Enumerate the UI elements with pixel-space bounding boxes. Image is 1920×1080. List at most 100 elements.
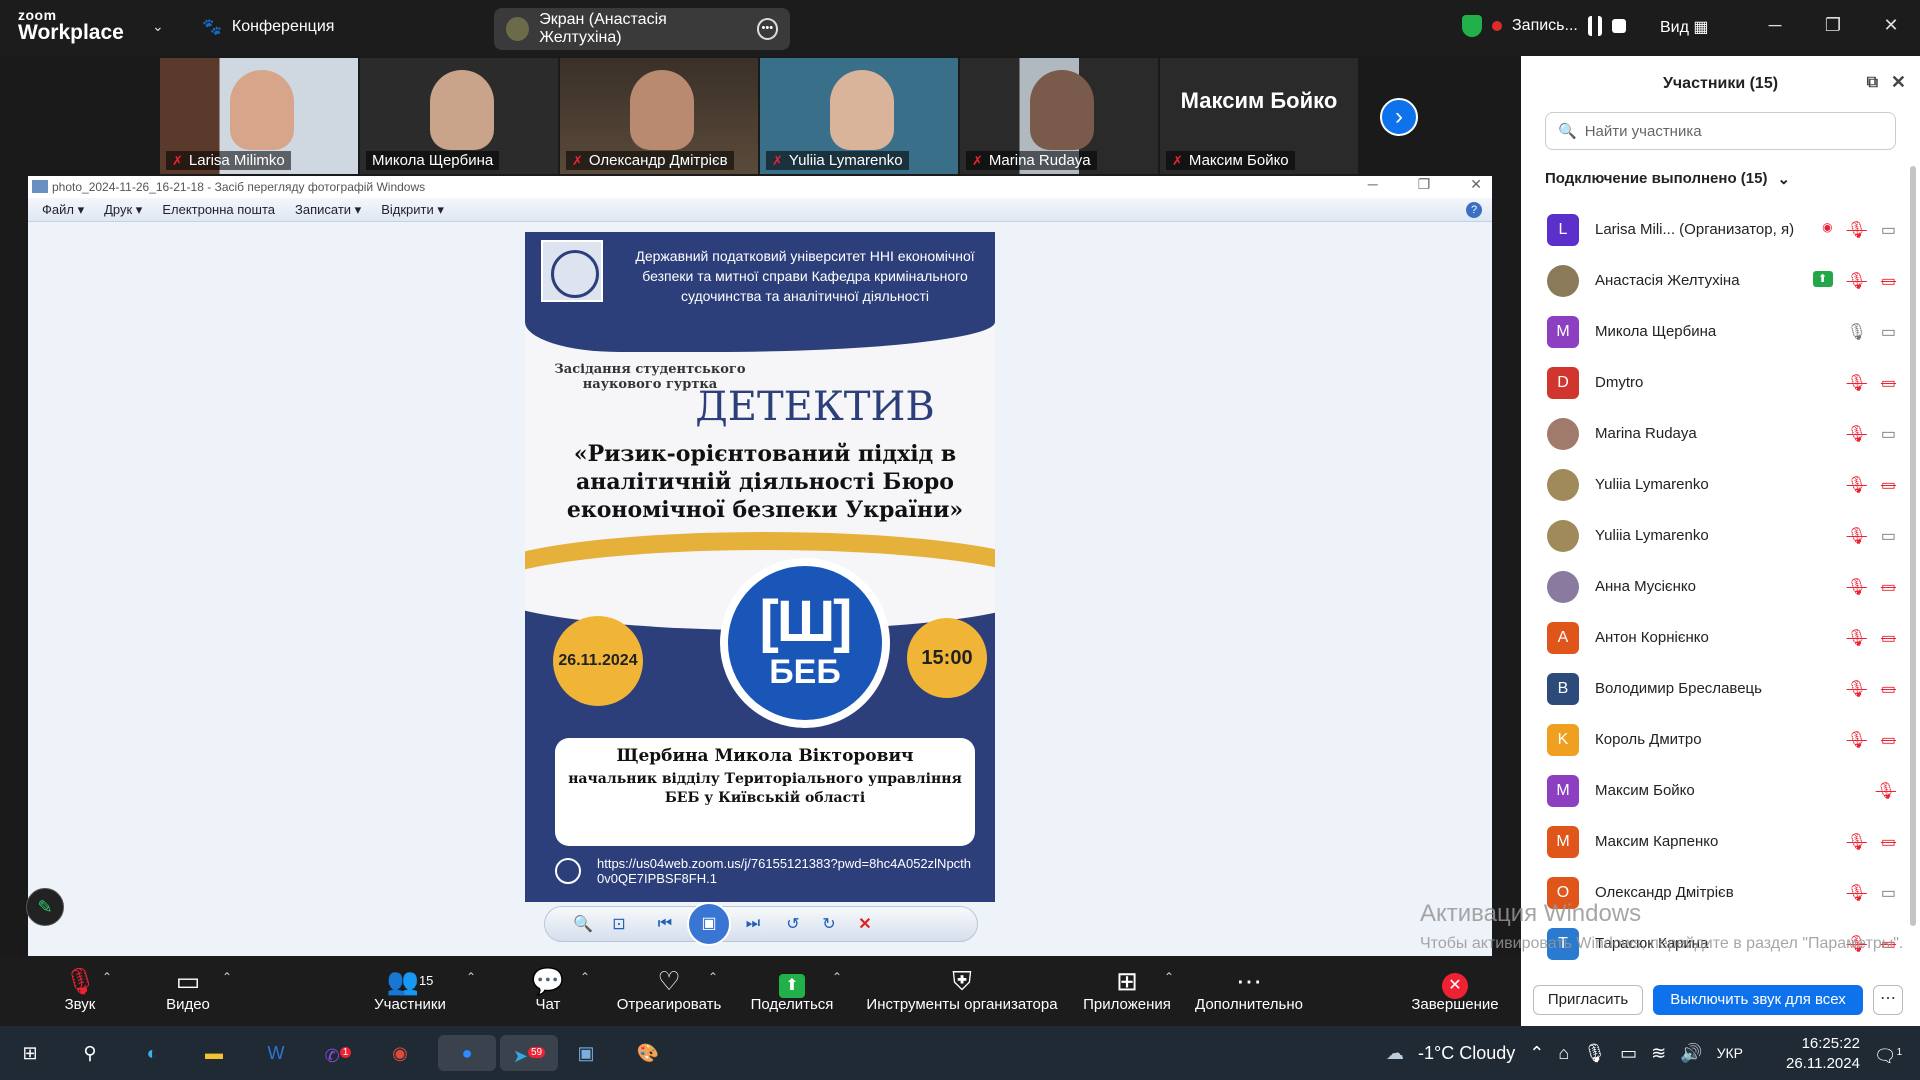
participant-row[interactable]: M Микола Щербина 🎙 ▭ xyxy=(1521,306,1920,357)
audio-button[interactable]: 🎙 Звук ⌃ xyxy=(44,966,116,1013)
stop-recording-button[interactable] xyxy=(1611,19,1626,33)
conference-menu[interactable]: 🐾 Конференция xyxy=(202,17,334,37)
video-tile[interactable]: Максим Бойко ✗ Максим Бойко xyxy=(1160,58,1358,174)
host-tools-button[interactable]: ⛨ Инструменты организатора xyxy=(862,966,1062,1013)
participant-row[interactable]: M Максим Карпенко 🎙 ▭ xyxy=(1521,816,1920,867)
participant-row[interactable]: Marina Rudaya 🎙 ▭ xyxy=(1521,408,1920,459)
close-button[interactable]: ✕ xyxy=(1862,0,1920,50)
menu-email[interactable]: Електронна пошта xyxy=(162,202,275,217)
react-button[interactable]: ♡ Отреагировать ⌃ xyxy=(614,966,724,1013)
telegram-icon[interactable]: ➤ 59 xyxy=(500,1035,558,1071)
menu-file[interactable]: Файл ▾ xyxy=(42,202,84,218)
participant-row[interactable]: A Антон Корнієнко 🎙 ▭ xyxy=(1521,612,1920,663)
chrome-icon[interactable]: ◉ xyxy=(382,1035,418,1071)
participant-search-input[interactable]: 🔍 Найти участника xyxy=(1545,112,1896,150)
scrollbar[interactable] xyxy=(1910,166,1916,926)
search-icon[interactable]: ⚲ xyxy=(72,1035,108,1071)
annotate-pen-icon[interactable]: ✎ xyxy=(26,888,64,926)
participant-row[interactable]: K Король Дмитро 🎙 ▭ xyxy=(1521,714,1920,765)
video-tile[interactable]: ✗ Marina Rudaya xyxy=(960,58,1158,174)
participant-row[interactable]: B Володимир Бреславець 🎙 ▭ xyxy=(1521,663,1920,714)
close-icon[interactable]: ✕ xyxy=(1891,72,1906,93)
participants-button[interactable]: 👥15 Участники ⌃ xyxy=(370,966,476,1013)
apps-caret-icon[interactable]: ⌃ xyxy=(1164,970,1174,984)
share-caret-icon[interactable]: ⌃ xyxy=(832,970,842,984)
minimize-button[interactable]: ─ xyxy=(1746,0,1804,50)
edge-icon[interactable]: ◐ xyxy=(134,1035,170,1071)
more-options-button[interactable]: ⋯ xyxy=(1873,985,1903,1015)
viber-icon[interactable]: ✆ 1 xyxy=(320,1035,356,1071)
zoom-icon[interactable]: 🔍 xyxy=(565,914,601,934)
participant-group-header[interactable]: Подключение выполнено (15) ⌄ xyxy=(1545,170,1920,188)
participant-row[interactable]: L Larisa Mili... (Организатор, я) ◉ 🎙 ▭ xyxy=(1521,204,1920,255)
next-button[interactable]: ⏭ xyxy=(735,915,771,933)
photo-viewer-icon[interactable]: ▣ xyxy=(568,1035,604,1071)
video-tile[interactable]: ✗ Олександр Дмітрієв xyxy=(560,58,758,174)
menu-print[interactable]: Друк ▾ xyxy=(104,202,142,218)
clock[interactable]: 16:25:22 26.11.2024 xyxy=(1786,1034,1860,1074)
mic-icon[interactable]: 🎙 xyxy=(1583,1043,1606,1064)
restore-button[interactable]: ❐ xyxy=(1418,176,1431,193)
actual-size-icon[interactable]: ⊡ xyxy=(601,914,637,934)
participant-row[interactable]: D Dmytro 🎙 ▭ xyxy=(1521,357,1920,408)
chevron-down-icon[interactable]: ⌄ xyxy=(152,18,164,35)
video-caret-icon[interactable]: ⌃ xyxy=(222,970,232,984)
audio-caret-icon[interactable]: ⌃ xyxy=(102,970,112,984)
participant-row[interactable]: Yuliia Lymarenko 🎙 ▭ xyxy=(1521,510,1920,561)
more-button[interactable]: ⋯ Дополнительно xyxy=(1192,966,1306,1013)
wifi-icon[interactable]: ≋ xyxy=(1651,1043,1666,1064)
language-indicator[interactable]: УКР xyxy=(1717,1045,1743,1061)
menu-burn[interactable]: Записати ▾ xyxy=(295,202,361,218)
participants-caret-icon[interactable]: ⌃ xyxy=(466,970,476,984)
participant-row[interactable]: Анна Мусієнко 🎙 ▭ xyxy=(1521,561,1920,612)
delete-icon[interactable]: ✕ xyxy=(847,914,883,934)
file-explorer-icon[interactable]: ▬ xyxy=(196,1035,232,1071)
share-button[interactable]: ⬆ Поделиться ⌃ xyxy=(748,966,842,1013)
chat-button[interactable]: 💬 Чат ⌃ xyxy=(528,966,590,1013)
minimize-button[interactable]: ─ xyxy=(1368,176,1378,193)
next-page-button[interactable]: › xyxy=(1380,98,1418,136)
invite-button[interactable]: Пригласить xyxy=(1533,985,1643,1015)
mic-muted-icon: 🎙 xyxy=(1846,272,1867,290)
avatar: B xyxy=(1547,672,1579,705)
pause-recording-button[interactable] xyxy=(1587,16,1602,36)
video-tile[interactable]: ✗ Larisa Milimko xyxy=(160,58,358,174)
photo-viewer-window: photo_2024-11-26_16-21-18 - Засіб перегл… xyxy=(28,176,1492,956)
slideshow-button[interactable]: ▣ xyxy=(687,902,731,946)
speaker-icon[interactable]: 🔊 xyxy=(1680,1043,1702,1064)
mute-all-button[interactable]: Выключить звук для всех xyxy=(1653,985,1863,1015)
participant-status-icons: 🎙 ▭ xyxy=(1847,322,1896,342)
video-tile[interactable]: ✗ Yuliia Lymarenko xyxy=(760,58,958,174)
network-icon[interactable]: ⌂ xyxy=(1558,1043,1569,1064)
zoom-taskbar-icon[interactable]: ● xyxy=(438,1035,496,1071)
restore-button[interactable]: ❐ xyxy=(1804,0,1862,50)
word-icon[interactable]: W xyxy=(258,1035,294,1071)
apps-button[interactable]: ⊞ Приложения ⌃ xyxy=(1080,966,1174,1013)
popout-icon[interactable]: ⧉ xyxy=(1867,74,1878,92)
chat-caret-icon[interactable]: ⌃ xyxy=(580,970,590,984)
weather-widget[interactable]: -1°C Cloudy xyxy=(1418,1043,1515,1064)
end-meeting-button[interactable]: ✕ Завершение xyxy=(1408,966,1502,1013)
video-tile-active[interactable]: Микола Щербина xyxy=(360,58,558,174)
battery-icon[interactable]: ▭ xyxy=(1620,1043,1637,1064)
rotate-left-icon[interactable]: ↺ xyxy=(775,914,811,934)
paint-icon[interactable]: 🎨 xyxy=(630,1035,666,1071)
view-menu[interactable]: Вид ▦ xyxy=(1660,17,1709,37)
recording-indicator[interactable]: Запись... xyxy=(1462,15,1626,37)
camera-icon: ▭ xyxy=(175,966,201,996)
more-icon[interactable]: ••• xyxy=(756,18,778,40)
react-caret-icon[interactable]: ⌃ xyxy=(708,970,718,984)
participant-row[interactable]: M Максим Бойко 🎙 xyxy=(1521,765,1920,816)
notification-icon[interactable]: 🗨1 xyxy=(1870,1035,1906,1071)
chevron-up-icon[interactable]: ⌃ xyxy=(1529,1043,1544,1064)
previous-button[interactable]: ⏮ xyxy=(647,915,683,933)
participant-row[interactable]: Yuliia Lymarenko 🎙 ▭ xyxy=(1521,459,1920,510)
rotate-right-icon[interactable]: ↻ xyxy=(811,914,847,934)
close-button[interactable]: ✕ xyxy=(1470,176,1482,193)
menu-open[interactable]: Відкрити ▾ xyxy=(381,202,444,218)
share-screen-pill[interactable]: Экран (Анастасія Желтухіна) ••• xyxy=(494,8,790,50)
video-button[interactable]: ▭ Видео ⌃ xyxy=(152,966,232,1013)
help-icon[interactable]: ? xyxy=(1466,201,1482,218)
participant-row[interactable]: Анастасія Желтухіна ⬆ 🎙 ▭ xyxy=(1521,255,1920,306)
windows-start-icon[interactable]: ⊞ xyxy=(12,1035,48,1071)
